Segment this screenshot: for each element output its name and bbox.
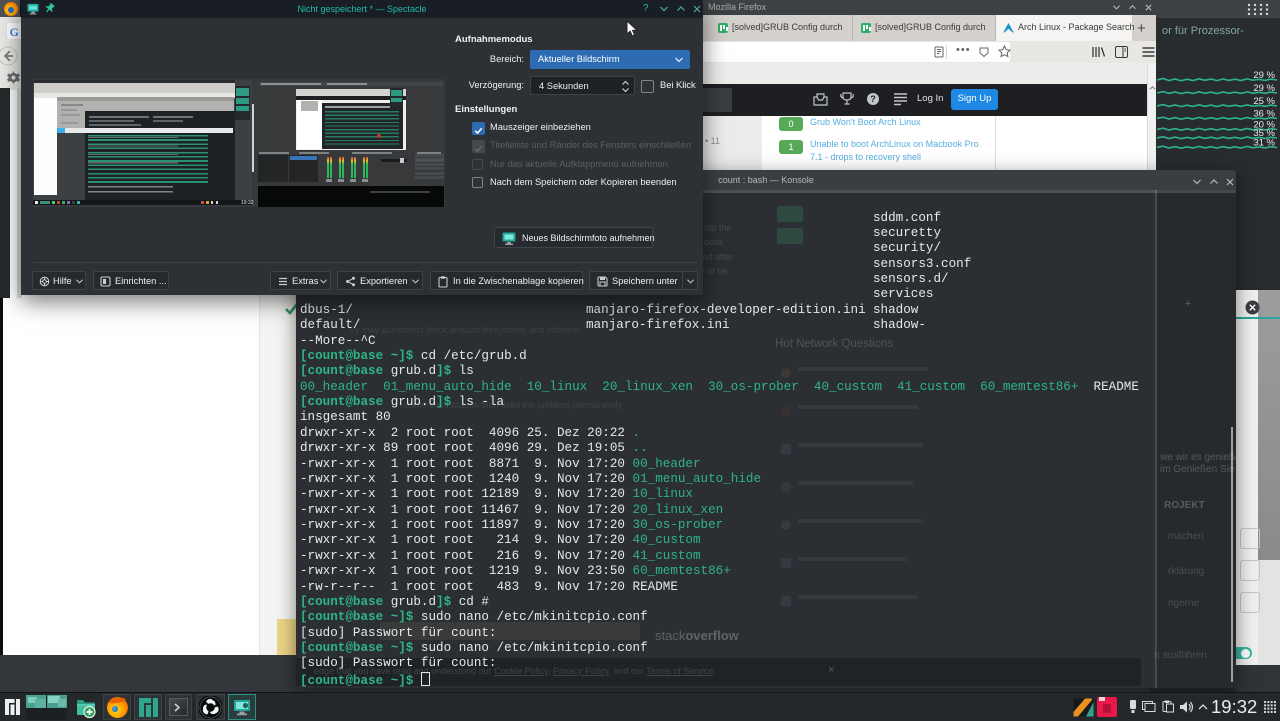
svg-text:36 %: 36 % — [1253, 109, 1275, 120]
svg-text:?: ? — [870, 94, 876, 104]
svg-text:29 %: 29 % — [1253, 70, 1275, 81]
svg-text:29 %: 29 % — [1253, 83, 1275, 94]
svg-text:31 %: 31 % — [1253, 138, 1275, 149]
svg-text:25 %: 25 % — [1253, 96, 1275, 107]
